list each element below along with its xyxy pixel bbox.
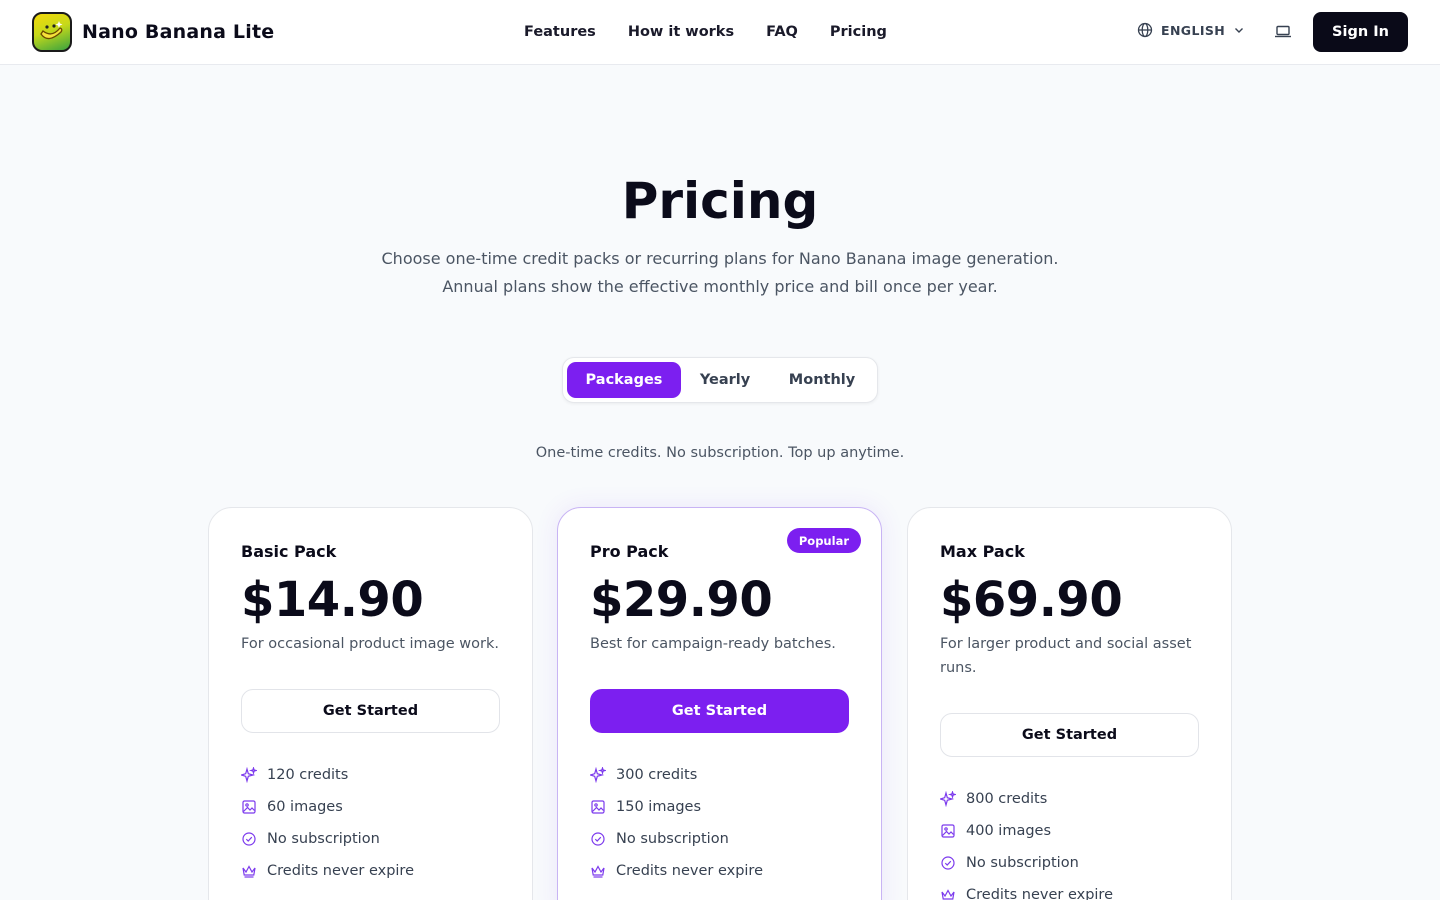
nav-faq[interactable]: FAQ <box>766 22 798 42</box>
feature-list: 300 credits 150 images No subscription C… <box>590 759 763 887</box>
brand-name: Nano Banana Lite <box>82 21 275 43</box>
nav-how-it-works[interactable]: How it works <box>628 22 734 42</box>
list-item: 400 images <box>940 815 1113 847</box>
feature-text: 800 credits <box>966 791 1048 807</box>
chevron-down-icon <box>1233 24 1245 36</box>
language-label: ENGLISH <box>1161 22 1226 38</box>
sparkles-icon <box>241 767 257 783</box>
popular-badge: Popular <box>786 528 861 553</box>
nav-features[interactable]: Features <box>524 22 596 42</box>
list-item: 60 images <box>241 791 414 823</box>
list-item: 120 credits <box>241 759 414 791</box>
plan-name: Basic Pack <box>241 542 337 561</box>
list-item: 300 credits <box>590 759 763 791</box>
feature-text: No subscription <box>966 855 1079 871</box>
list-item: No subscription <box>940 847 1113 879</box>
check-circle-icon <box>590 831 606 847</box>
feature-text: Credits never expire <box>616 863 763 879</box>
site-header: Nano Banana Lite Features How it works F… <box>0 0 1440 65</box>
plan-card-basic: Basic Pack $14.90 For occasional product… <box>208 507 533 900</box>
image-icon <box>940 823 956 839</box>
plan-price: $69.90 <box>940 572 1123 628</box>
crown-icon <box>590 863 606 879</box>
list-item: 800 credits <box>940 783 1113 815</box>
main-nav: Features How it works FAQ Pricing <box>524 22 919 42</box>
feature-text: No subscription <box>616 831 729 847</box>
get-started-button[interactable]: Get Started <box>241 689 500 733</box>
tab-packages[interactable]: Packages <box>567 362 681 398</box>
tab-monthly[interactable]: Monthly <box>769 362 875 398</box>
tab-yearly[interactable]: Yearly <box>681 362 769 398</box>
check-circle-icon <box>241 831 257 847</box>
feature-text: 400 images <box>966 823 1052 839</box>
sparkles-icon <box>940 791 956 807</box>
crown-icon <box>940 887 956 900</box>
nav-pricing[interactable]: Pricing <box>830 22 887 42</box>
billing-toggle: Packages Yearly Monthly <box>562 357 878 403</box>
list-item: No subscription <box>590 823 763 855</box>
list-item: Credits never expire <box>940 879 1113 900</box>
sign-in-button[interactable]: Sign In <box>1313 12 1408 52</box>
banana-logo-icon <box>32 12 72 52</box>
plan-name: Max Pack <box>940 542 1025 561</box>
plan-price: $14.90 <box>241 572 424 628</box>
page-title: Pricing <box>621 172 819 230</box>
list-item: No subscription <box>241 823 414 855</box>
plan-card-pro: Popular Pro Pack $29.90 Best for campaig… <box>557 507 882 900</box>
feature-list: 120 credits 60 images No subscription Cr… <box>241 759 414 887</box>
feature-text: 150 images <box>616 799 702 815</box>
check-circle-icon <box>940 855 956 871</box>
plan-name: Pro Pack <box>590 542 669 561</box>
sparkles-icon <box>590 767 606 783</box>
feature-text: Credits never expire <box>966 887 1113 900</box>
plan-price: $29.90 <box>590 572 773 628</box>
feature-text: Credits never expire <box>267 863 414 879</box>
list-item: Credits never expire <box>241 855 414 887</box>
plan-description: For occasional product image work. <box>241 636 499 652</box>
globe-icon <box>1137 22 1153 38</box>
plan-description: Best for campaign-ready batches. <box>590 636 836 652</box>
get-started-button[interactable]: Get Started <box>940 713 1199 757</box>
feature-list: 800 credits 400 images No subscription C… <box>940 783 1113 900</box>
list-item: Credits never expire <box>590 855 763 887</box>
plan-description: For larger product and social asset runs… <box>940 636 1192 676</box>
image-icon <box>241 799 257 815</box>
get-started-button[interactable]: Get Started <box>590 689 849 733</box>
feature-text: No subscription <box>267 831 380 847</box>
brand[interactable]: Nano Banana Lite <box>32 12 274 52</box>
plan-card-max: Max Pack $69.90 For larger product and s… <box>907 507 1232 900</box>
crown-icon <box>241 863 257 879</box>
billing-note: One-time credits. No subscription. Top u… <box>535 445 905 461</box>
laptop-icon[interactable] <box>1274 24 1292 40</box>
language-selector[interactable]: ENGLISH <box>1137 22 1245 38</box>
feature-text: 60 images <box>267 799 343 815</box>
list-item: 150 images <box>590 791 763 823</box>
page-subtitle: Choose one-time credit packs or recurrin… <box>381 249 1059 296</box>
image-icon <box>590 799 606 815</box>
feature-text: 300 credits <box>616 767 698 783</box>
feature-text: 120 credits <box>267 767 349 783</box>
